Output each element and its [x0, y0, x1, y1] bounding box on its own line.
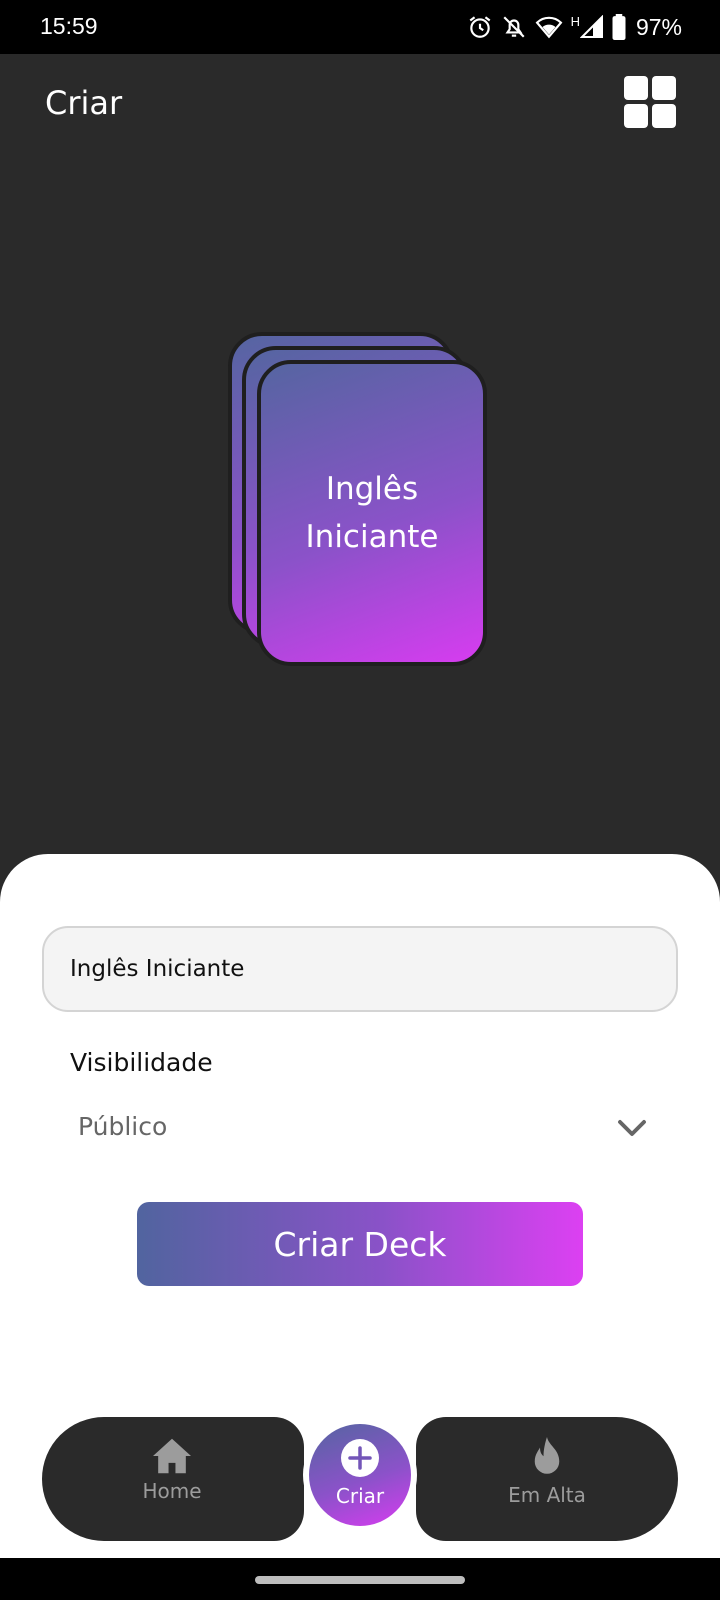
chevron-down-icon: [618, 1120, 646, 1136]
deck-name-input[interactable]: [70, 928, 630, 1010]
grid-icon[interactable]: [624, 76, 677, 129]
nav-item-home[interactable]: Home: [127, 1417, 217, 1541]
status-time: 15:59: [40, 13, 98, 39]
plus-icon: [341, 1439, 379, 1477]
visibility-selected-value: Público: [78, 1112, 168, 1141]
page-title: Criar: [45, 84, 123, 122]
deck-preview: Inglês Iniciante: [228, 332, 498, 682]
alarm-icon: [469, 16, 490, 38]
home-gesture-handle[interactable]: [255, 1576, 465, 1584]
visibility-label: Visibilidade: [70, 1048, 213, 1077]
home-icon: [153, 1438, 191, 1474]
nav-item-em-alta[interactable]: Em Alta: [492, 1417, 602, 1541]
battery-percentage: 97%: [635, 13, 682, 40]
wifi-icon: [535, 16, 562, 39]
create-deck-button[interactable]: Criar Deck: [137, 1202, 583, 1286]
status-bar: 15:59 H 97%: [0, 0, 720, 54]
nav-item-criar[interactable]: Criar: [303, 1418, 417, 1532]
notifications-off-icon: [503, 16, 525, 38]
deck-name-field[interactable]: [42, 926, 678, 1012]
nav-label-criar: Criar: [335, 1484, 385, 1508]
nav-label-home: Home: [142, 1479, 202, 1503]
visibility-select[interactable]: Público: [70, 1100, 650, 1154]
network-type: H: [570, 13, 580, 29]
battery-icon: [612, 14, 626, 40]
flame-icon: [534, 1437, 560, 1474]
nav-label-em-alta: Em Alta: [508, 1483, 586, 1507]
deck-preview-title: Inglês Iniciante: [305, 471, 439, 555]
signal-icon: [579, 15, 603, 38]
